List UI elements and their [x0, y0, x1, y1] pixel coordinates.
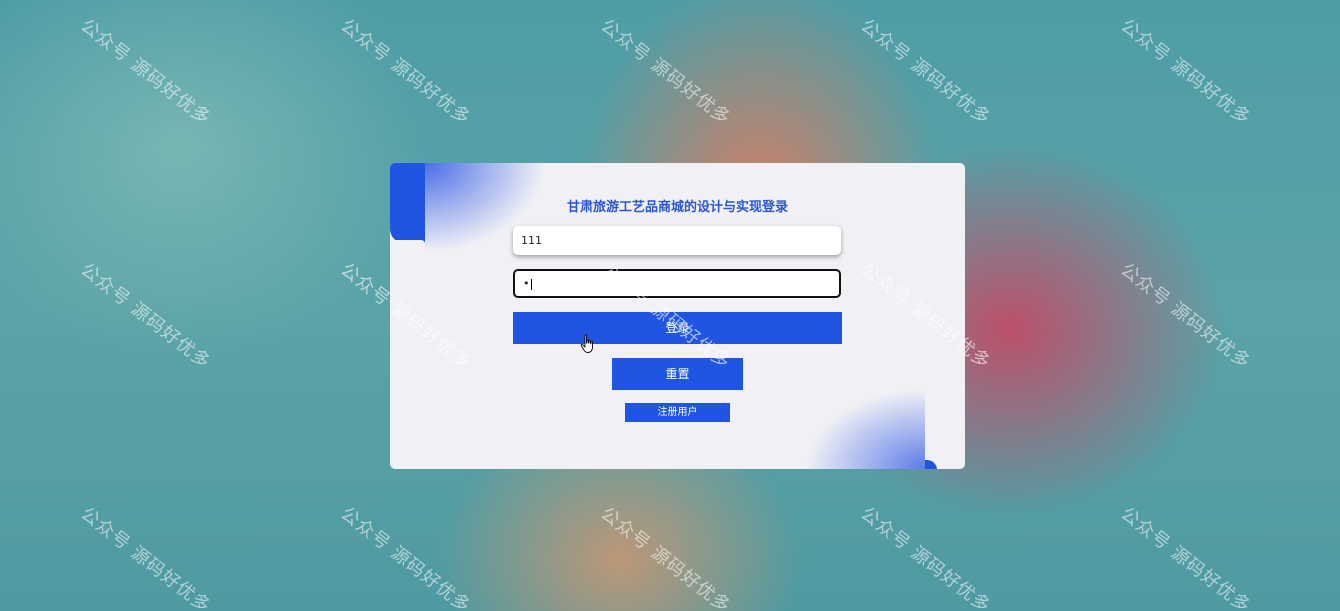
watermark: 公众号 源码好优多: [1116, 259, 1255, 374]
watermark: 公众号 源码好优多: [596, 15, 735, 130]
watermark: 公众号 源码好优多: [336, 503, 475, 611]
watermark: 公众号 源码好优多: [1116, 15, 1255, 130]
password-field[interactable]: •: [513, 269, 841, 298]
password-value: •: [523, 277, 530, 290]
hand-pointer-icon: [580, 334, 593, 353]
watermark: 公众号 源码好优多: [856, 15, 995, 130]
login-card: 甘肃旅游工艺品商城的设计与实现登录 111 • 登录 重置 注册用户: [390, 163, 965, 469]
register-button[interactable]: 注册用户: [625, 403, 730, 422]
text-caret: [530, 278, 532, 290]
watermark: 公众号 源码好优多: [596, 503, 735, 611]
watermark: 公众号 源码好优多: [76, 503, 215, 611]
username-field[interactable]: 111: [513, 226, 841, 255]
username-value: 111: [521, 234, 542, 247]
watermark: 公众号 源码好优多: [1116, 503, 1255, 611]
watermark: 公众号 源码好优多: [336, 15, 475, 130]
login-button[interactable]: 登录: [513, 312, 842, 344]
watermark: 公众号 源码好优多: [856, 503, 995, 611]
watermark: 公众号 源码好优多: [76, 259, 215, 374]
decorative-corner: [925, 460, 937, 469]
watermark: 公众号 源码好优多: [76, 15, 215, 130]
login-title: 甘肃旅游工艺品商城的设计与实现登录: [566, 200, 788, 215]
reset-button[interactable]: 重置: [612, 358, 743, 390]
